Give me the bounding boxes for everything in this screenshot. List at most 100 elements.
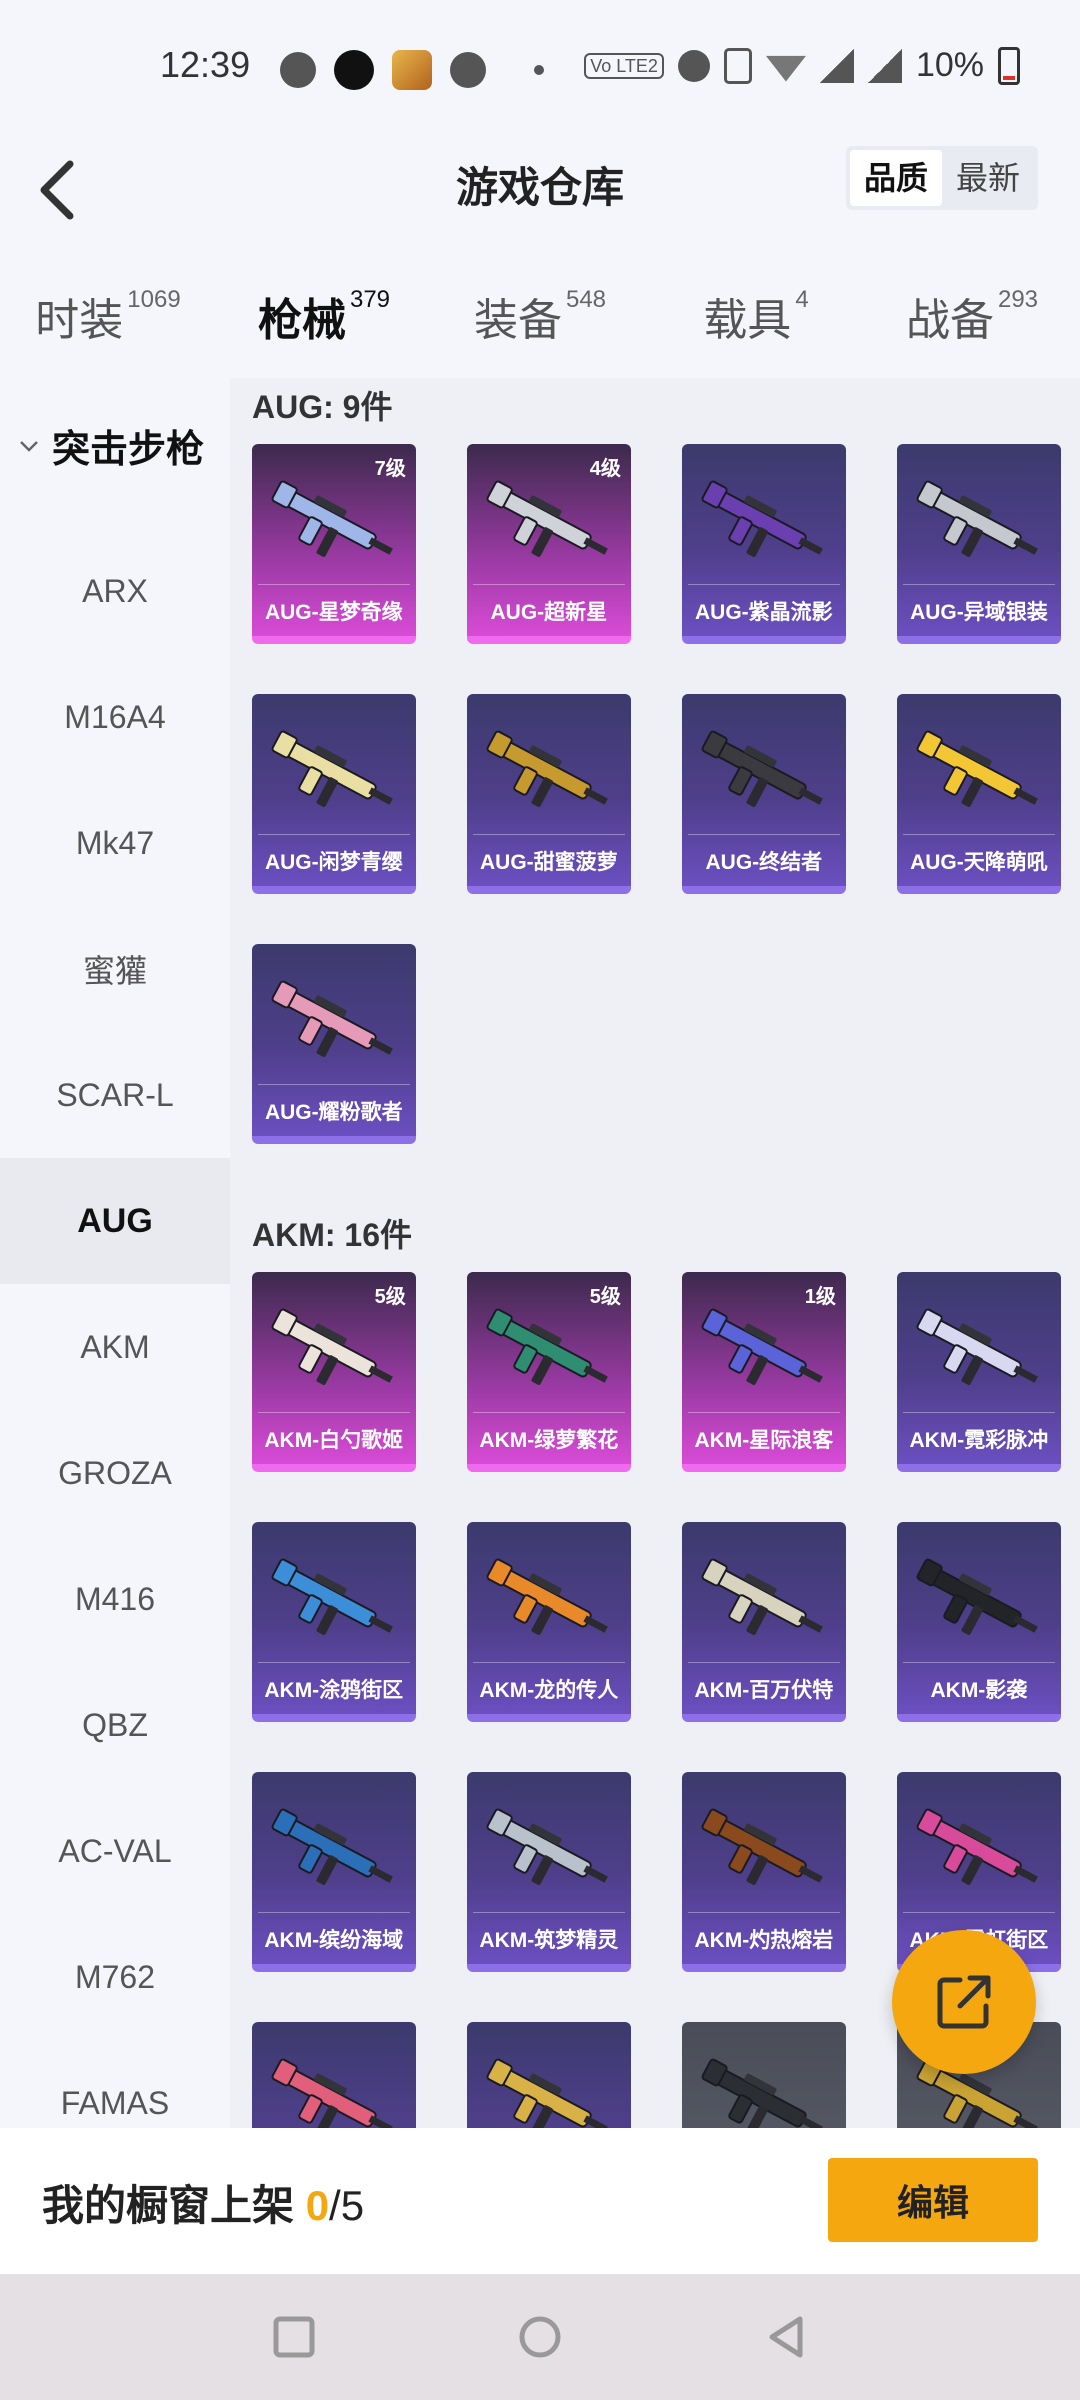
triangle-back-icon: [769, 2316, 803, 2358]
gun-skin-image: [701, 480, 823, 557]
skin-card[interactable]: AKM-涂鸦街区: [251, 1522, 416, 1722]
dnd-icon: [677, 49, 710, 82]
gun-skin-image: [271, 480, 393, 557]
gun-skin-image: [701, 2058, 823, 2128]
skin-card[interactable]: 1级 AKM-星际浪客: [681, 1272, 846, 1472]
tab-fashion[interactable]: 时装 1069: [0, 270, 216, 380]
header: 游戏仓库 品质 最新: [0, 140, 1080, 270]
skin-card[interactable]: AKM-缤纷海域: [251, 1772, 416, 1972]
skin-card[interactable]: 5级 AKM-绿萝繁花: [466, 1272, 631, 1472]
skin-card[interactable]: AKM-霓彩脉冲: [896, 1272, 1061, 1472]
gun-skin-image: [486, 480, 608, 557]
share-external-icon: [937, 1975, 991, 2029]
sidebar-item-m762[interactable]: M762: [0, 1914, 230, 2040]
system-back-button[interactable]: [758, 2309, 814, 2365]
tab-count: 4: [795, 286, 809, 313]
skin-card[interactable]: 4级 AUG-超新星: [466, 444, 631, 644]
category-tabs: 时装 1069 枪械 379 装备 548 载具 4 战备 293: [0, 270, 1080, 380]
showcase-label: 我的橱窗上架: [42, 2182, 295, 2229]
gun-skin-image: [271, 1808, 393, 1885]
skin-level-badge: 5级: [374, 1286, 406, 1308]
section-title: AKM: 16件: [252, 1217, 413, 1253]
skin-name: AUG-天降萌吼: [897, 834, 1061, 876]
sidebar-category-assault-rifles[interactable]: 突击步枪: [18, 418, 204, 473]
sort-option-latest[interactable]: 最新: [942, 150, 1034, 206]
skin-card[interactable]: AKM-百万伏特: [681, 1522, 846, 1722]
gun-skin-image: [486, 1558, 608, 1635]
tab-count: 1069: [127, 286, 181, 313]
skin-name: AKM-缤纷海域: [252, 1912, 416, 1954]
skin-card[interactable]: AKM-龙的传人: [466, 1522, 631, 1722]
share-button[interactable]: [892, 1930, 1036, 2074]
skin-name: AKM-绿萝繁花: [467, 1412, 631, 1454]
skin-name: AUG-超新星: [467, 584, 631, 626]
sidebar-item--[interactable]: 蜜獾: [0, 906, 230, 1032]
chevron-down-icon: [20, 440, 38, 452]
volte-icon: Vo LTE2: [584, 52, 664, 79]
skin-card[interactable]: 5级 AKM-白勺歌姬: [251, 1272, 416, 1472]
more-notifications-icon: [534, 65, 544, 75]
tab-label: 装备: [473, 296, 562, 345]
sidebar-item-m16a4[interactable]: M16A4: [0, 654, 230, 780]
skin-level-badge: 1级: [804, 1286, 836, 1308]
signal-2-icon: [867, 48, 902, 83]
skin-card[interactable]: [466, 2022, 631, 2128]
sort-option-quality[interactable]: 品质: [849, 150, 942, 206]
home-button[interactable]: [512, 2309, 568, 2365]
skin-name: AKM-灼热熔岩: [682, 1912, 846, 1954]
skin-card[interactable]: AKM-筑梦精灵: [466, 1772, 631, 1972]
tab-label: 载具: [703, 296, 792, 345]
skin-card[interactable]: AKM-灼热熔岩: [681, 1772, 846, 1972]
skin-card[interactable]: 7级 AUG-星梦奇缘: [251, 444, 416, 644]
status-bar: 12:39 Vo LTE2 10%: [0, 0, 1080, 140]
tab-equipment[interactable]: 装备 548: [432, 270, 648, 380]
gun-skin-image: [916, 480, 1038, 557]
skin-card[interactable]: AUG-终结者: [681, 694, 846, 894]
sidebar-item-scar-l[interactable]: SCAR-L: [0, 1032, 230, 1158]
skin-name: AUG-甜蜜菠萝: [467, 834, 631, 876]
sidebar-item-mk47[interactable]: Mk47: [0, 780, 230, 906]
tab-count: 293: [997, 286, 1039, 313]
notification-icons: [280, 50, 544, 90]
gun-skin-image: [701, 730, 823, 807]
skin-card[interactable]: AUG-天降萌吼: [896, 694, 1061, 894]
tab-supplies[interactable]: 战备 293: [864, 270, 1080, 380]
sidebar-item-akm[interactable]: AKM: [0, 1284, 230, 1410]
gun-skin-image: [271, 2058, 393, 2128]
skin-card[interactable]: AKM-影袭: [896, 1522, 1061, 1722]
gun-skin-image: [916, 1558, 1038, 1635]
skin-name: AUG-终结者: [682, 834, 846, 876]
gun-skin-image: [271, 980, 393, 1057]
skin-level-badge: 7级: [374, 458, 406, 480]
skin-card[interactable]: [251, 2022, 416, 2128]
circle-icon: [519, 2316, 561, 2358]
tab-count: 548: [565, 286, 607, 313]
status-time: 12:39: [160, 44, 251, 85]
tab-guns[interactable]: 枪械 379: [216, 270, 432, 380]
skin-card[interactable]: [681, 2022, 846, 2128]
sidebar-item-aug[interactable]: AUG: [0, 1158, 230, 1284]
sidebar-item-qbz[interactable]: QBZ: [0, 1662, 230, 1788]
alarm-notification-icon: [450, 52, 486, 88]
tab-vehicles[interactable]: 载具 4: [648, 270, 864, 380]
skin-name: AUG-耀粉歌者: [252, 1084, 416, 1126]
section-title: AUG: 9件: [252, 389, 393, 425]
skin-card[interactable]: AUG-紫晶流影: [681, 444, 846, 644]
sidebar-item-groza[interactable]: GROZA: [0, 1410, 230, 1536]
recents-button[interactable]: [266, 2309, 322, 2365]
edit-button[interactable]: 编辑: [828, 2158, 1038, 2242]
skin-name: AKM-霓彩脉冲: [897, 1412, 1061, 1454]
tab-label: 时装: [35, 296, 124, 345]
skin-card[interactable]: AUG-闲梦青缨: [251, 694, 416, 894]
sidebar-item-m416[interactable]: M416: [0, 1536, 230, 1662]
skin-name: AKM-影袭: [897, 1662, 1061, 1704]
sidebar-item-ac-val[interactable]: AC-VAL: [0, 1788, 230, 1914]
skin-grid: AUG: 9件 7级 AUG-星梦奇缘 4级 AUG-超新星 AUG-紫晶流影 AUG-异域…: [230, 378, 1080, 2128]
gun-skin-image: [271, 1308, 393, 1385]
showcase-status: 我的橱窗上架 0/5: [42, 2172, 364, 2233]
skin-card[interactable]: AUG-甜蜜菠萝: [466, 694, 631, 894]
skin-card[interactable]: AUG-耀粉歌者: [251, 944, 416, 1144]
skin-card[interactable]: AUG-异域银装: [896, 444, 1061, 644]
sidebar-item-arx[interactable]: ARX: [0, 528, 230, 654]
signal-1-icon: [819, 48, 854, 83]
